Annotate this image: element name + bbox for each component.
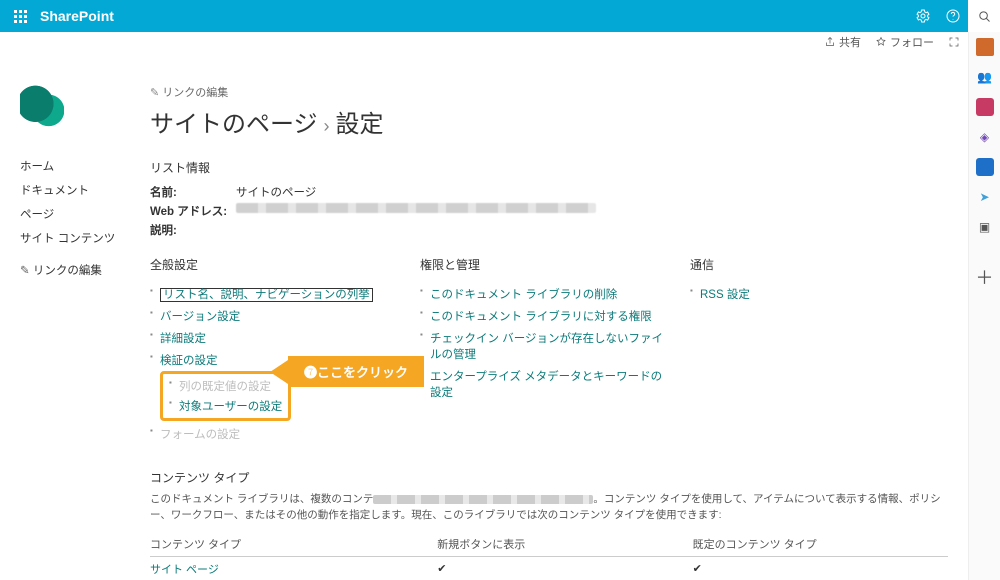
list-info-heading: リスト情報 (150, 159, 948, 176)
general-settings-heading: 全般設定 (150, 256, 400, 273)
suite-bar: SharePoint (0, 0, 1000, 32)
link-manage-no-checkin[interactable]: チェックイン バージョンが存在しないファイルの管理 (430, 333, 663, 361)
app-rail: 👥 ◈ ➤ ▣ ＋ (968, 32, 1000, 580)
rail-people-icon[interactable]: 👥 (976, 68, 994, 86)
link-delete-library[interactable]: このドキュメント ライブラリの削除 (430, 289, 617, 301)
name-label: 名前: (150, 184, 236, 200)
link-column-defaults[interactable]: 列の既定値の設定 (179, 381, 271, 393)
nav-site-contents[interactable]: サイト コンテンツ (20, 226, 150, 250)
nav-documents[interactable]: ドキュメント (20, 178, 150, 202)
ct-col-type: コンテンツ タイプ (150, 532, 437, 557)
annotation-callout: ❼ここをクリック (270, 356, 424, 387)
content-types-table: コンテンツ タイプ 新規ボタンに表示 既定のコンテンツ タイプ サイト ページ … (150, 532, 948, 580)
settings-gear-icon[interactable] (908, 2, 938, 30)
link-form-settings[interactable]: フォームの設定 (160, 429, 240, 441)
check-icon (693, 563, 702, 575)
brand-label: SharePoint (40, 8, 114, 24)
link-list-name-desc-nav[interactable]: リスト名、説明、ナビゲーションの列挙 (160, 288, 373, 302)
nav-home[interactable]: ホーム (20, 154, 150, 178)
communication-heading: 通信 (690, 256, 840, 273)
nav-pages[interactable]: ページ (20, 202, 150, 226)
ct-col-show-new: 新規ボタンに表示 (437, 532, 692, 557)
web-address-value (236, 203, 596, 219)
content-types-description: このドキュメント ライブラリは、複数のコンテ。コンテンツ タイプを使用して、アイ… (150, 492, 948, 524)
rail-app-icon[interactable] (976, 98, 994, 116)
content-area: リンクの編集 サイトのページ›設定 リスト情報 名前: サイトのページ Web … (150, 84, 948, 580)
search-icon[interactable] (968, 0, 1000, 32)
rail-send-icon[interactable]: ➤ (976, 188, 994, 206)
link-validation[interactable]: 検証の設定 (160, 355, 218, 367)
content-types-heading: コンテンツ タイプ (150, 469, 948, 486)
name-value: サイトのページ (236, 184, 316, 200)
rail-app-icon[interactable]: ◈ (976, 128, 994, 146)
link-audience-targeting[interactable]: 対象ユーザーの設定 (179, 401, 282, 413)
ct-col-default: 既定のコンテンツ タイプ (693, 532, 948, 557)
rail-outlook-icon[interactable] (976, 158, 994, 176)
link-library-permissions[interactable]: このドキュメント ライブラリに対する権限 (430, 311, 652, 323)
permissions-heading: 権限と管理 (420, 256, 670, 273)
left-nav: ホーム ドキュメント ページ サイト コンテンツ リンクの編集 (20, 84, 150, 278)
check-icon (437, 563, 446, 575)
link-advanced[interactable]: 詳細設定 (160, 333, 206, 345)
ct-row-site-page[interactable]: サイト ページ (150, 564, 219, 576)
nav-edit-links[interactable]: リンクの編集 (20, 262, 150, 278)
description-label: 説明: (150, 222, 236, 238)
site-logo[interactable] (20, 84, 64, 128)
link-rss-settings[interactable]: RSS 設定 (700, 289, 750, 301)
callout-label: ❼ここをクリック (288, 356, 424, 387)
edit-links-top[interactable]: リンクの編集 (150, 84, 948, 100)
rail-app-icon[interactable] (976, 38, 994, 56)
rail-app-icon[interactable]: ▣ (976, 218, 994, 236)
app-launcher-icon[interactable] (6, 2, 34, 30)
link-versioning[interactable]: バージョン設定 (160, 311, 240, 323)
link-enterprise-metadata[interactable]: エンタープライズ メタデータとキーワードの設定 (430, 371, 662, 399)
help-icon[interactable] (938, 2, 968, 30)
table-row: サイト ページ (150, 556, 948, 580)
rail-add-icon[interactable]: ＋ (976, 268, 994, 286)
page-title: サイトのページ›設定 (150, 104, 948, 139)
web-address-label: Web アドレス: (150, 203, 236, 219)
